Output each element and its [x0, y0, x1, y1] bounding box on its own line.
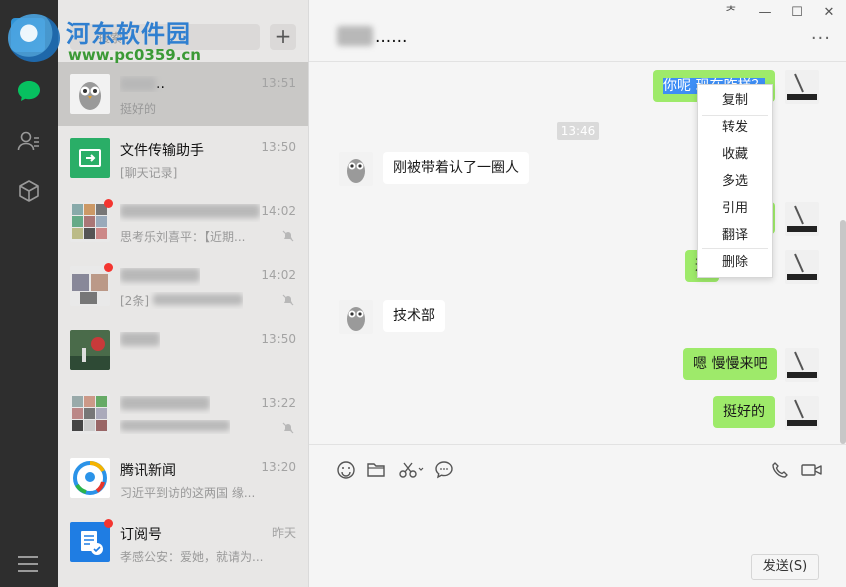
- session-preview: 孝感公安：爱她，就请为...: [120, 550, 264, 564]
- chat-title-redacted: [337, 26, 373, 46]
- session-item[interactable]: 13:50: [58, 318, 308, 382]
- emoji-icon[interactable]: [335, 459, 357, 481]
- my-avatar[interactable]: [785, 250, 819, 284]
- owl-avatar: [70, 74, 110, 114]
- chat-bubble-icon[interactable]: [433, 459, 455, 481]
- message-bubble[interactable]: 嗯 慢慢来吧: [683, 348, 778, 380]
- session-time: 昨天: [271, 526, 296, 540]
- session-time: 13:51: [261, 76, 296, 90]
- message-bubble[interactable]: 挺好的: [713, 396, 775, 428]
- menu-item-copy[interactable]: 复制: [698, 87, 772, 114]
- minimize-button[interactable]: —: [755, 4, 775, 22]
- close-button[interactable]: ✕: [819, 4, 839, 22]
- session-name: 订阅号: [120, 527, 162, 543]
- scrollbar[interactable]: [840, 220, 846, 444]
- chat-title: ......: [375, 27, 408, 47]
- chat-header: ...... ᅔ — ☐ ✕ ···: [309, 0, 846, 62]
- pin-icon[interactable]: ᅔ: [721, 4, 741, 22]
- session-name: [120, 204, 260, 222]
- session-preview: 思考乐刘喜平：【近期...: [120, 230, 246, 244]
- file-transfer-avatar: [70, 138, 110, 178]
- context-menu: 复制 转发 收藏 多选 引用 翻译 删除: [697, 84, 773, 278]
- search-input[interactable]: 搜索: [70, 24, 260, 50]
- menu-icon[interactable]: [18, 556, 38, 572]
- session-time: 13:22: [261, 396, 296, 410]
- message-bubble[interactable]: 技术部: [383, 300, 445, 332]
- session-time: 14:02: [261, 268, 296, 282]
- video-call-icon[interactable]: [801, 459, 823, 481]
- mute-bell-icon: [282, 422, 294, 434]
- session-item[interactable]: 13:22: [58, 382, 308, 446]
- session-name: [120, 396, 210, 414]
- session-item[interactable]: 文件传输助手 13:50 [聊天记录]: [58, 126, 308, 190]
- mute-bell-icon: [282, 230, 294, 242]
- session-name: 腾讯新闻: [120, 463, 176, 479]
- session-preview: [2条]: [120, 292, 243, 309]
- unread-dot: [104, 519, 113, 528]
- group-avatar: [70, 202, 110, 242]
- cube-icon[interactable]: [16, 178, 42, 204]
- nav-bar: [0, 0, 58, 587]
- session-preview: 挺好的: [120, 102, 157, 116]
- send-button[interactable]: 发送(S): [751, 554, 819, 580]
- folder-icon[interactable]: [365, 459, 387, 481]
- session-time: 13:50: [261, 332, 296, 346]
- mute-bell-icon: [282, 294, 294, 306]
- contacts-icon[interactable]: [16, 128, 42, 154]
- session-item[interactable]: 订阅号 昨天 孝感公安：爱她，就请为...: [58, 510, 308, 574]
- session-name: ..: [120, 76, 165, 92]
- session-name: [120, 268, 200, 286]
- subscription-avatar: [70, 522, 110, 562]
- tencent-news-avatar: [70, 458, 110, 498]
- group-avatar: [70, 394, 110, 434]
- menu-item-favorite[interactable]: 收藏: [698, 141, 772, 168]
- search-placeholder: 搜索: [98, 31, 123, 45]
- contact-avatar[interactable]: [339, 300, 373, 334]
- session-time: 13:20: [261, 460, 296, 474]
- my-avatar[interactable]: [785, 348, 819, 382]
- session-item[interactable]: 14:02 思考乐刘喜平：【近期...: [58, 190, 308, 254]
- session-time: 14:02: [261, 204, 296, 218]
- session-preview: [120, 420, 230, 434]
- group-avatar: [70, 266, 110, 306]
- phone-icon[interactable]: [769, 459, 791, 481]
- message-bubble[interactable]: 刚被带着认了一圈人: [383, 152, 529, 184]
- menu-item-delete[interactable]: 删除: [698, 249, 772, 276]
- my-avatar[interactable]: [785, 396, 819, 430]
- input-area[interactable]: 发送(S): [309, 444, 846, 587]
- chat-icon[interactable]: [16, 78, 42, 104]
- session-preview: [聊天记录]: [120, 166, 178, 180]
- my-avatar[interactable]: [785, 202, 819, 236]
- user-avatar[interactable]: [11, 18, 45, 52]
- menu-item-forward[interactable]: 转发: [698, 114, 772, 141]
- session-item[interactable]: 14:02 [2条]: [58, 254, 308, 318]
- contact-avatar[interactable]: [339, 152, 373, 186]
- add-button[interactable]: +: [270, 24, 296, 50]
- menu-item-multiselect[interactable]: 多选: [698, 168, 772, 195]
- my-avatar[interactable]: [785, 70, 819, 104]
- maximize-button[interactable]: ☐: [787, 4, 807, 22]
- menu-item-quote[interactable]: 引用: [698, 195, 772, 222]
- scissors-icon[interactable]: [397, 459, 427, 481]
- session-item[interactable]: 腾讯新闻 13:20 习近平到访的这两国 缘...: [58, 446, 308, 510]
- unread-dot: [104, 199, 113, 208]
- session-name: 文件传输助手: [120, 143, 204, 159]
- session-list: 搜索 + .. 13:51 挺好的 文件传输助手 13:50 [聊天记录] 14…: [58, 0, 308, 587]
- session-time: 13:50: [261, 140, 296, 154]
- unread-dot: [104, 263, 113, 272]
- photo-avatar: [70, 330, 110, 370]
- menu-item-translate[interactable]: 翻译: [698, 222, 772, 249]
- session-name: [120, 332, 160, 350]
- time-divider: 13:46: [557, 122, 599, 140]
- session-item[interactable]: .. 13:51 挺好的: [58, 62, 308, 126]
- more-button[interactable]: ···: [811, 28, 831, 49]
- session-preview: 习近平到访的这两国 缘...: [120, 486, 256, 500]
